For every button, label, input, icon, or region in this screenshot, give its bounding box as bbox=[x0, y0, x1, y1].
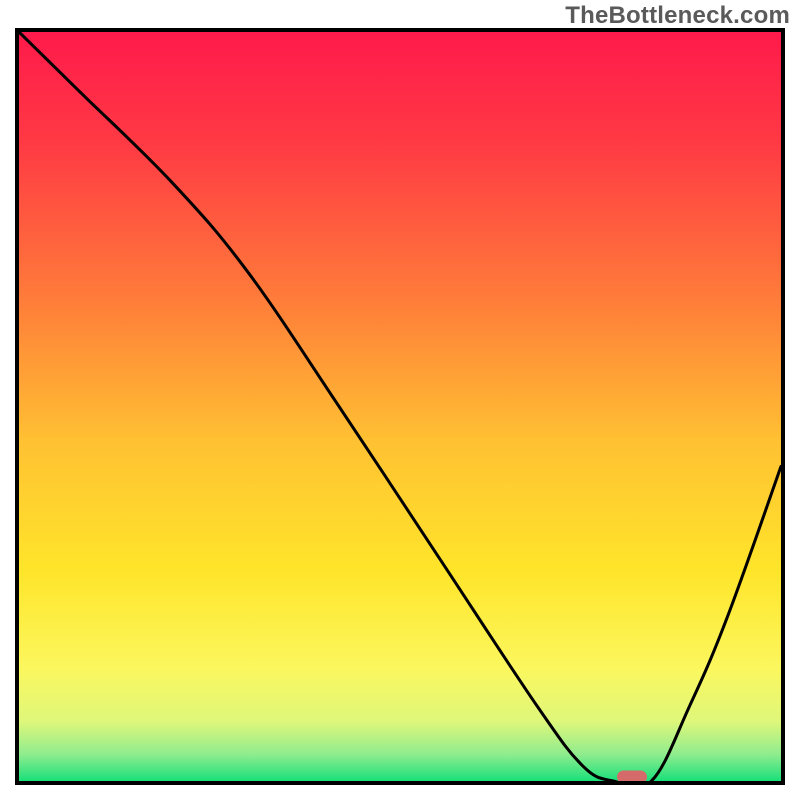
bottleneck-marker bbox=[617, 771, 647, 784]
watermark-text: TheBottleneck.com bbox=[565, 2, 790, 30]
bottleneck-curve bbox=[19, 32, 781, 781]
chart-frame: TheBottleneck.com bbox=[0, 0, 800, 800]
plot-area bbox=[15, 28, 785, 785]
